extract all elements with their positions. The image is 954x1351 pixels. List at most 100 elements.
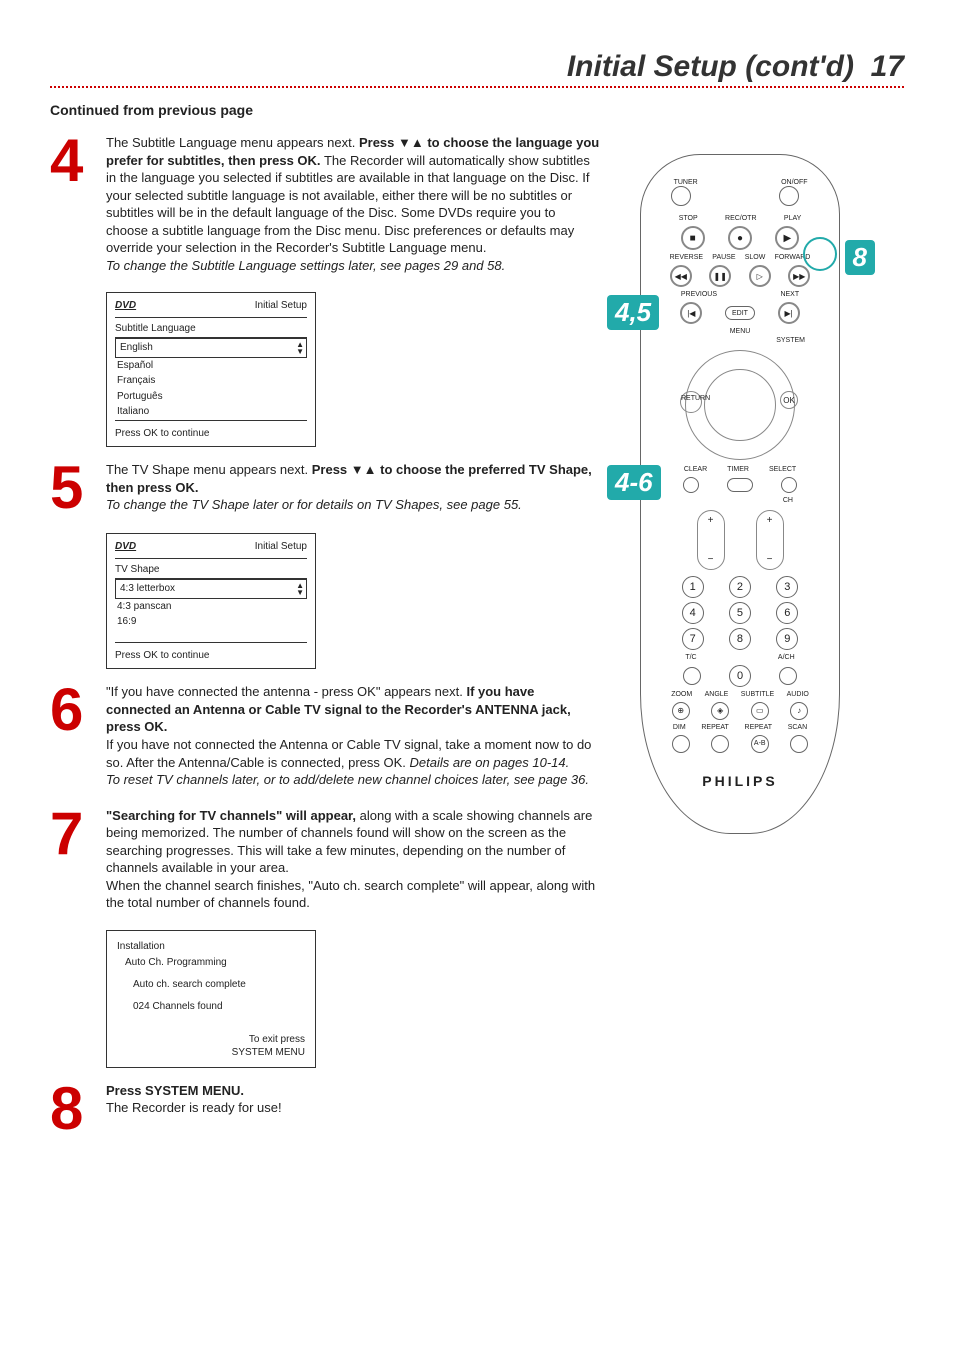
edit-button[interactable]: EDIT bbox=[725, 306, 755, 320]
osd-title: Initial Setup bbox=[255, 299, 307, 313]
recotr-label: REC/OTR bbox=[725, 215, 757, 222]
minus-icon: − bbox=[767, 554, 773, 565]
step-8: 8 Press SYSTEM MENU. The Recorder is rea… bbox=[50, 1082, 600, 1136]
osd-installation: Installation bbox=[117, 939, 305, 955]
dpad[interactable]: RETURN OK bbox=[685, 350, 795, 460]
dim-button[interactable] bbox=[672, 735, 690, 753]
power-button[interactable] bbox=[779, 186, 799, 206]
forward-icon: ▶▶ bbox=[793, 272, 805, 281]
select-button[interactable] bbox=[781, 477, 797, 493]
audio-button[interactable]: ♪ bbox=[790, 702, 808, 720]
num-3-button[interactable]: 3 bbox=[776, 576, 798, 598]
select-label: SELECT bbox=[769, 466, 796, 473]
play-button[interactable]: ▶ bbox=[775, 226, 799, 250]
step7-text-complete: When the channel search finishes, "Auto … bbox=[106, 878, 595, 911]
return-button[interactable]: RETURN bbox=[680, 391, 702, 413]
num-2-button[interactable]: 2 bbox=[729, 576, 751, 598]
angle-button[interactable]: ◈ bbox=[711, 702, 729, 720]
separator-dots bbox=[50, 86, 904, 88]
num-9-button[interactable]: 9 bbox=[776, 628, 798, 650]
osd-item: Français bbox=[115, 373, 307, 389]
repeat-ab-button[interactable]: A-B bbox=[751, 735, 769, 753]
callout-circle-forward bbox=[803, 237, 837, 271]
osd-subtitle-language: DVD Initial Setup Subtitle Language Engl… bbox=[106, 292, 316, 447]
osd-heading: Subtitle Language bbox=[115, 322, 307, 336]
num-7-button[interactable]: 7 bbox=[682, 628, 704, 650]
step6-text-note: To reset TV channels later, or to add/de… bbox=[106, 772, 589, 787]
num-5-button[interactable]: 5 bbox=[729, 602, 751, 624]
pause-icon: ❚❚ bbox=[714, 272, 727, 281]
up-down-icon: ▲▼ bbox=[296, 341, 304, 355]
plus-icon: + bbox=[767, 515, 773, 526]
channel-rocker[interactable]: +− bbox=[756, 510, 784, 570]
page-title: Initial Setup (cont'd) bbox=[567, 50, 854, 83]
osd-foot2: SYSTEM MENU bbox=[117, 1046, 305, 1059]
play-icon: ▶ bbox=[783, 233, 791, 244]
next-label: NEXT bbox=[780, 291, 799, 298]
previous-button[interactable]: |◀ bbox=[680, 302, 702, 324]
reverse-label: REVERSE bbox=[670, 254, 703, 261]
step-number-5: 5 bbox=[50, 461, 94, 515]
menu-label: MENU bbox=[730, 328, 751, 335]
record-icon: ● bbox=[737, 233, 743, 244]
reverse-icon: ◀◀ bbox=[675, 272, 687, 281]
step6-text-intro: "If you have connected the antenna - pre… bbox=[106, 684, 466, 699]
repeat-ab-label: REPEAT bbox=[745, 724, 773, 731]
stop-button[interactable]: ■ bbox=[681, 226, 705, 250]
clear-button[interactable] bbox=[683, 477, 699, 493]
step5-text-note: To change the TV Shape later or for deta… bbox=[106, 497, 522, 512]
volume-rocker[interactable]: +− bbox=[697, 510, 725, 570]
previous-icon: |◀ bbox=[687, 309, 695, 318]
play-label: PLAY bbox=[784, 215, 801, 222]
reverse-button[interactable]: ◀◀ bbox=[670, 265, 692, 287]
zoom-button[interactable]: ⊕ bbox=[672, 702, 690, 720]
timer-button[interactable] bbox=[727, 478, 753, 492]
ok-button[interactable]: OK bbox=[780, 391, 798, 409]
next-button[interactable]: ▶| bbox=[778, 302, 800, 324]
tc-label: T/C bbox=[685, 654, 696, 661]
repeat-button[interactable] bbox=[711, 735, 729, 753]
osd-logo: DVD bbox=[115, 540, 136, 554]
num-0-button[interactable]: 0 bbox=[729, 665, 751, 687]
num-4-button[interactable]: 4 bbox=[682, 602, 704, 624]
num-6-button[interactable]: 6 bbox=[776, 602, 798, 624]
step8-text-desc: The Recorder is ready for use! bbox=[106, 1100, 282, 1115]
page-number: 17 bbox=[871, 50, 904, 83]
angle-label: ANGLE bbox=[705, 691, 729, 698]
next-icon: ▶| bbox=[785, 309, 793, 318]
step7-text-bold: "Searching for TV channels" will appear, bbox=[106, 808, 360, 823]
scan-button[interactable] bbox=[790, 735, 808, 753]
forward-button[interactable]: ▶▶ bbox=[788, 265, 810, 287]
system-label: SYSTEM bbox=[641, 337, 805, 344]
step-5: 5 The TV Shape menu appears next. Press … bbox=[50, 461, 600, 515]
osd-item-selected: English bbox=[118, 340, 155, 356]
subtitle-button[interactable]: ▭ bbox=[751, 702, 769, 720]
pause-button[interactable]: ❚❚ bbox=[709, 265, 731, 287]
stop-label: STOP bbox=[679, 215, 698, 222]
slow-button[interactable]: ▷ bbox=[749, 265, 771, 287]
osd-item: 4:3 panscan bbox=[115, 599, 307, 615]
tuner-label: TUNER bbox=[671, 179, 701, 186]
audio-label: AUDIO bbox=[787, 691, 809, 698]
timer-label: TIMER bbox=[727, 466, 749, 473]
num-1-button[interactable]: 1 bbox=[682, 576, 704, 598]
osd-item-selected: 4:3 letterbox bbox=[118, 581, 177, 597]
osd-item: Español bbox=[115, 358, 307, 374]
osd-line2: 024 Channels found bbox=[117, 999, 305, 1015]
tc-button[interactable] bbox=[683, 667, 701, 685]
previous-label: PREVIOUS bbox=[681, 291, 717, 298]
tuner-button[interactable] bbox=[671, 186, 691, 206]
ach-button[interactable] bbox=[779, 667, 797, 685]
osd-foot1: To exit press bbox=[117, 1033, 305, 1046]
osd-line1: Auto ch. search complete bbox=[117, 977, 305, 993]
brand-label: PHILIPS bbox=[641, 773, 839, 789]
num-8-button[interactable]: 8 bbox=[729, 628, 751, 650]
onoff-label: ON/OFF bbox=[779, 179, 809, 186]
step-number-8: 8 bbox=[50, 1082, 94, 1136]
subtitle-label: SUBTITLE bbox=[741, 691, 774, 698]
minus-icon: − bbox=[708, 554, 714, 565]
osd-heading: TV Shape bbox=[115, 563, 307, 577]
slow-label: SLOW bbox=[745, 254, 766, 261]
ach-label: A/CH bbox=[778, 654, 795, 661]
record-button[interactable]: ● bbox=[728, 226, 752, 250]
